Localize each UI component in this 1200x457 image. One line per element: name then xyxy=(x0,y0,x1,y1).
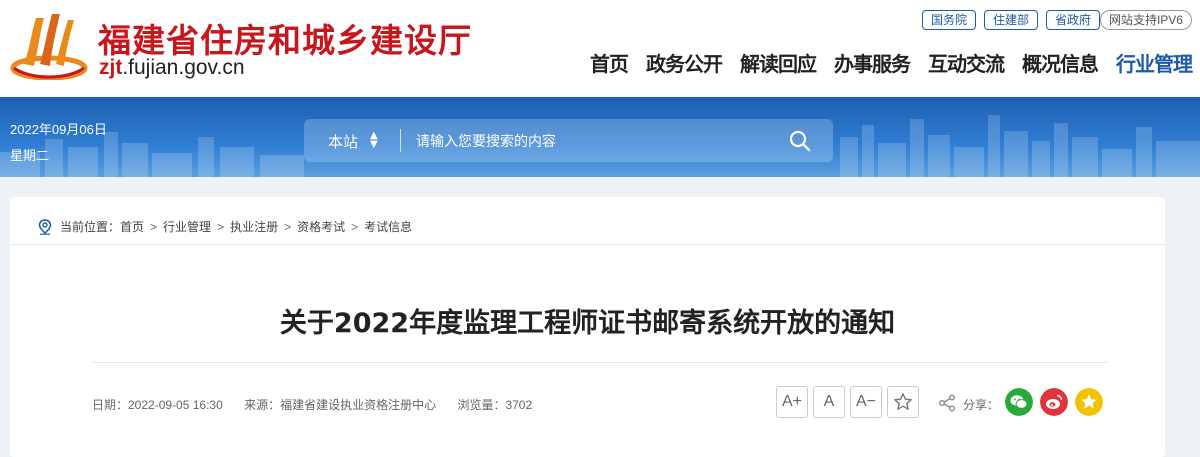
nav-overview[interactable]: 概况信息 xyxy=(1022,48,1099,77)
share-label: 分享： xyxy=(963,398,1000,412)
domain-rest: .fujian.gov.cn xyxy=(122,56,245,79)
breadcrumb-prefix: 当前位置： xyxy=(60,220,121,234)
breadcrumb-separator: > xyxy=(284,219,292,234)
location-pin-icon xyxy=(38,218,52,235)
article-meta: 日期：2022-09-05 16:30 来源：福建省建设执业资格注册中心 浏览量… xyxy=(92,396,550,413)
site-header: 福建省住房和城乡建设厅 zjt.fujian.gov.cn 国务院 住建部 省政… xyxy=(0,0,1200,97)
search-scope-select[interactable]: 本站 xyxy=(328,131,358,152)
search-bar: 本站 ▲ ▼ xyxy=(304,119,833,162)
breadcrumb-registration[interactable]: 执业注册 xyxy=(230,218,278,235)
domain-prefix: zjt xyxy=(99,56,123,79)
wechat-share-icon[interactable] xyxy=(1005,388,1033,416)
nav-services[interactable]: 办事服务 xyxy=(834,48,911,77)
top-link-state-council[interactable]: 国务院 xyxy=(921,10,976,30)
nav-interaction[interactable]: 互动交流 xyxy=(928,48,1005,77)
article-title: 关于2022年度监理工程师证书邮寄系统开放的通知 xyxy=(279,308,896,339)
view-count: 浏览量：3702 xyxy=(457,398,533,412)
font-larger-button[interactable]: A+ xyxy=(776,386,808,418)
article-source: 来源：福建省建设执业资格注册中心 xyxy=(244,398,437,412)
breadcrumb: 当前位置： 首页 > 行业管理 > 执业注册 > 资格考试 > 考试信息 xyxy=(38,218,412,235)
top-links: 国务院 住建部 省政府 xyxy=(921,10,1100,30)
font-smaller-button[interactable]: A− xyxy=(850,386,882,418)
nav-interpretation[interactable]: 解读回应 xyxy=(740,48,817,77)
search-banner: 2022年09月06日 星期二 本站 ▲ ▼ xyxy=(0,97,1200,177)
title-divider xyxy=(92,362,1109,363)
breadcrumb-industry[interactable]: 行业管理 xyxy=(163,218,211,235)
top-link-mohurd[interactable]: 住建部 xyxy=(983,10,1038,30)
article-card: 当前位置： 首页 > 行业管理 > 执业注册 > 资格考试 > 考试信息 关于2… xyxy=(10,197,1165,457)
breadcrumb-separator: > xyxy=(217,219,225,234)
font-normal-button[interactable]: A xyxy=(813,386,845,418)
nav-gov-affairs[interactable]: 政务公开 xyxy=(646,48,723,77)
nav-home[interactable]: 首页 xyxy=(590,48,629,77)
search-input[interactable] xyxy=(416,127,776,154)
site-logo-icon[interactable] xyxy=(10,8,88,80)
breadcrumb-divider xyxy=(10,244,1165,245)
nav-industry[interactable]: 行业管理 xyxy=(1116,48,1193,77)
search-divider xyxy=(400,129,401,152)
breadcrumb-separator: > xyxy=(150,219,158,234)
qzone-share-icon[interactable] xyxy=(1075,388,1103,416)
breadcrumb-exam-info[interactable]: 考试信息 xyxy=(364,218,412,235)
favorite-button[interactable] xyxy=(887,386,919,418)
ipv6-badge: 网站支持IPV6 xyxy=(1099,10,1192,30)
search-icon[interactable] xyxy=(789,130,811,152)
breadcrumb-exam[interactable]: 资格考试 xyxy=(297,218,345,235)
breadcrumb-home[interactable]: 首页 xyxy=(120,218,144,235)
site-title[interactable]: 福建省住房和城乡建设厅 xyxy=(98,14,472,62)
publish-date: 日期：2022-09-05 16:30 xyxy=(92,398,223,412)
main-nav: 首页 政务公开 解读回应 办事服务 互动交流 概况信息 行业管理 xyxy=(590,48,1193,77)
top-link-province[interactable]: 省政府 xyxy=(1045,10,1100,30)
current-date: 2022年09月06日 xyxy=(10,122,107,137)
star-icon xyxy=(894,393,912,410)
current-weekday: 星期二 xyxy=(10,148,50,163)
site-domain: zjt.fujian.gov.cn xyxy=(99,56,245,80)
breadcrumb-separator: > xyxy=(351,219,359,234)
weibo-share-icon[interactable] xyxy=(1040,388,1068,416)
share-icon xyxy=(939,394,955,412)
updown-arrow-icon[interactable]: ▲ ▼ xyxy=(370,131,378,150)
